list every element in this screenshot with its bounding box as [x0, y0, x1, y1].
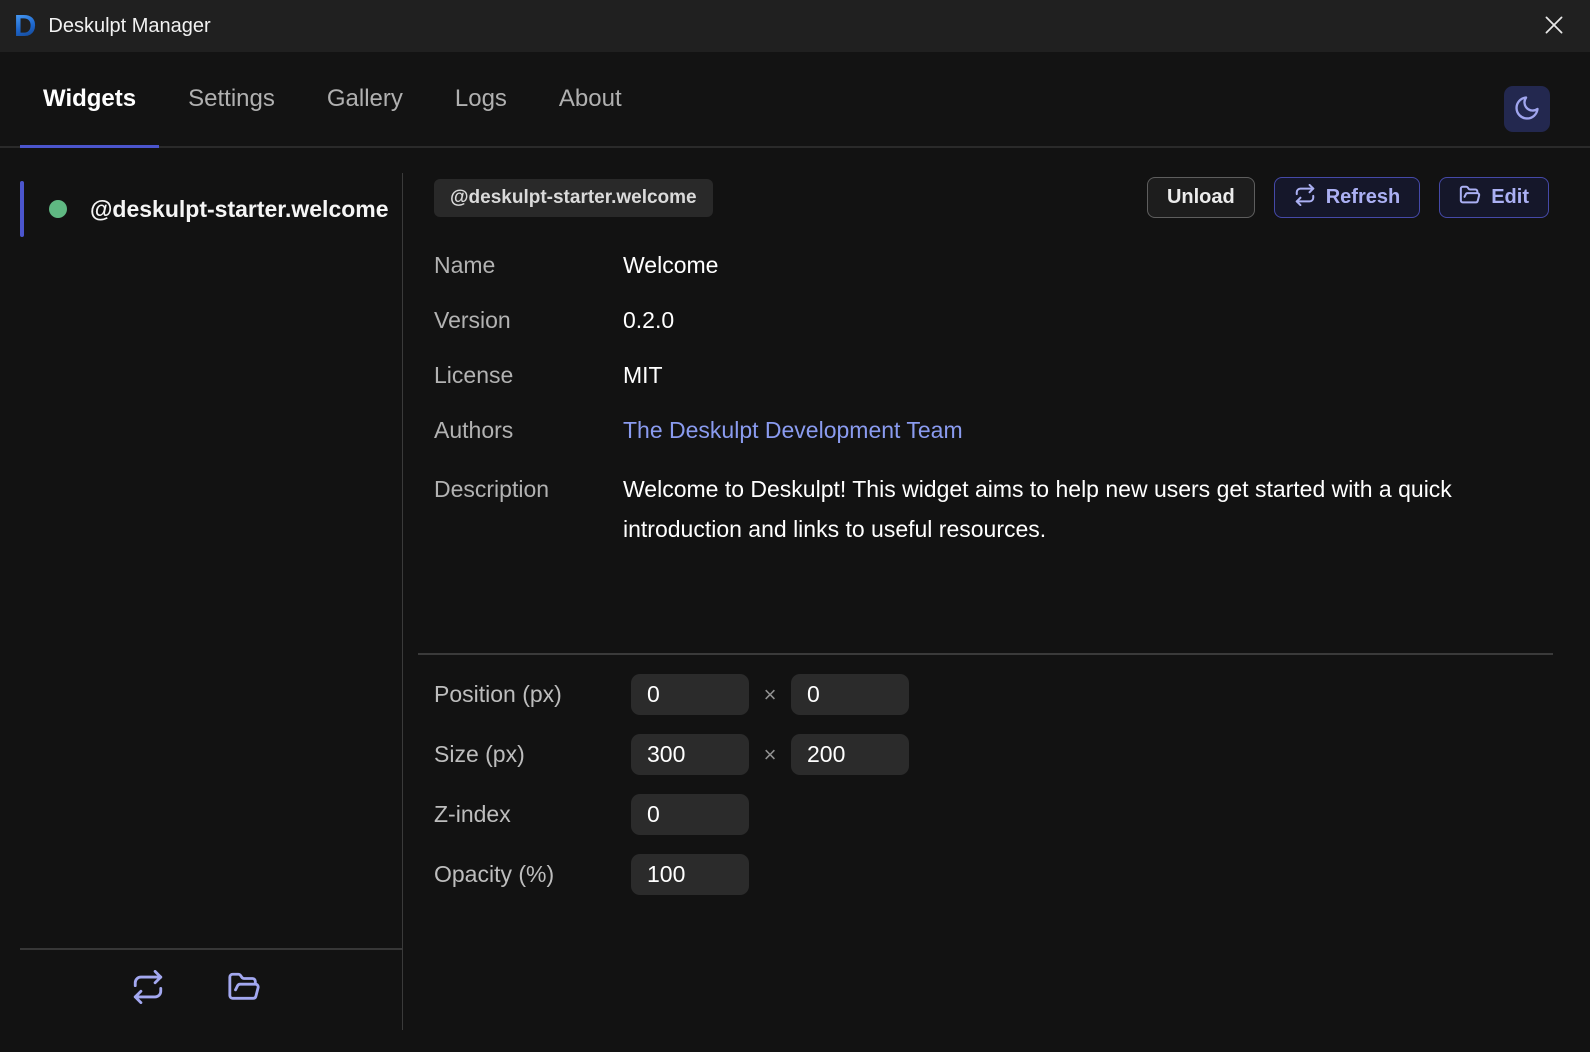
app-logo-icon: D [14, 7, 37, 43]
widget-detail-panel: @deskulpt-starter.welcome Unload Refresh… [403, 148, 1590, 1052]
widget-info-fields: Name Welcome Version 0.2.0 License MIT A… [434, 249, 1549, 549]
unload-button[interactable]: Unload [1146, 177, 1255, 218]
titlebar: D Deskulpt Manager [0, 0, 1590, 52]
position-label: Position (px) [434, 681, 562, 707]
settings-row-zindex: Z-index [434, 794, 1549, 835]
authors-label: Authors [434, 417, 514, 443]
widget-settings: Position (px) × Size (px) × Z-index Opac… [434, 674, 1549, 895]
window-title: Deskulpt Manager [48, 14, 211, 37]
opacity-label: Opacity (%) [434, 861, 555, 887]
description-value: Welcome to Deskulpt! This widget aims to… [623, 476, 1452, 542]
field-row-version: Version 0.2.0 [434, 304, 1549, 336]
authors-value-link[interactable]: The Deskulpt Development Team [623, 414, 963, 446]
rescan-widgets-button[interactable] [130, 969, 166, 1007]
zindex-input[interactable] [631, 794, 749, 835]
detail-section-divider [418, 653, 1553, 655]
license-label: License [434, 362, 514, 388]
size-height-input[interactable] [791, 734, 909, 775]
refresh-button-label: Refresh [1325, 186, 1401, 208]
tab-settings[interactable]: Settings [165, 52, 298, 146]
field-row-name: Name Welcome [434, 249, 1549, 281]
content-area: @deskulpt-starter.welcome @deskulpt-star… [0, 148, 1590, 1052]
description-label: Description [434, 476, 550, 502]
repeat-icon [131, 969, 165, 1007]
widget-list-sidebar: @deskulpt-starter.welcome [0, 148, 403, 1052]
opacity-input[interactable] [631, 854, 749, 895]
widget-list-item-label: @deskulpt-starter.welcome [90, 195, 389, 222]
edit-button[interactable]: Edit [1439, 177, 1549, 218]
widget-status-dot [49, 200, 67, 218]
name-value: Welcome [623, 252, 719, 278]
tab-logs[interactable]: Logs [432, 52, 530, 146]
folder-open-icon [1459, 184, 1481, 212]
open-widgets-folder-button[interactable] [226, 970, 262, 1006]
moon-icon [1513, 94, 1541, 125]
version-value: 0.2.0 [623, 307, 675, 333]
settings-row-position: Position (px) × [434, 674, 1549, 715]
position-x-input[interactable] [631, 674, 749, 715]
widget-id-badge: @deskulpt-starter.welcome [434, 178, 713, 217]
detail-header: @deskulpt-starter.welcome Unload Refresh… [434, 177, 1549, 218]
license-value: MIT [623, 362, 663, 388]
position-y-input[interactable] [791, 674, 909, 715]
theme-toggle-button[interactable] [1504, 86, 1550, 132]
close-icon [1541, 12, 1567, 41]
sidebar-actions [130, 969, 262, 1007]
size-label: Size (px) [434, 741, 525, 767]
header-buttons: Unload Refresh Edit [1146, 177, 1549, 218]
close-window-button[interactable] [1536, 8, 1572, 44]
refresh-button[interactable]: Refresh [1273, 177, 1421, 218]
tab-about[interactable]: About [536, 52, 645, 146]
edit-button-label: Edit [1491, 186, 1529, 208]
version-label: Version [434, 307, 511, 333]
settings-row-size: Size (px) × [434, 734, 1549, 775]
field-row-description: Description Welcome to Deskulpt! This wi… [434, 469, 1549, 549]
folder-open-icon [227, 970, 261, 1007]
widget-list-item[interactable]: @deskulpt-starter.welcome [0, 181, 403, 237]
dimension-separator: × [763, 741, 777, 767]
name-label: Name [434, 252, 496, 278]
field-row-authors: Authors The Deskulpt Development Team [434, 414, 1549, 446]
selected-indicator [20, 181, 24, 237]
unload-button-label: Unload [1166, 186, 1235, 208]
refresh-icon [1294, 183, 1316, 212]
size-width-input[interactable] [631, 734, 749, 775]
tab-gallery[interactable]: Gallery [304, 52, 426, 146]
settings-row-opacity: Opacity (%) [434, 854, 1549, 895]
dimension-separator: × [763, 681, 777, 707]
tab-bar: Widgets Settings Gallery Logs About [0, 52, 1590, 148]
field-row-license: License MIT [434, 359, 1549, 391]
tab-widgets[interactable]: Widgets [20, 52, 160, 148]
zindex-label: Z-index [434, 801, 511, 827]
sidebar-footer-divider [20, 948, 403, 950]
